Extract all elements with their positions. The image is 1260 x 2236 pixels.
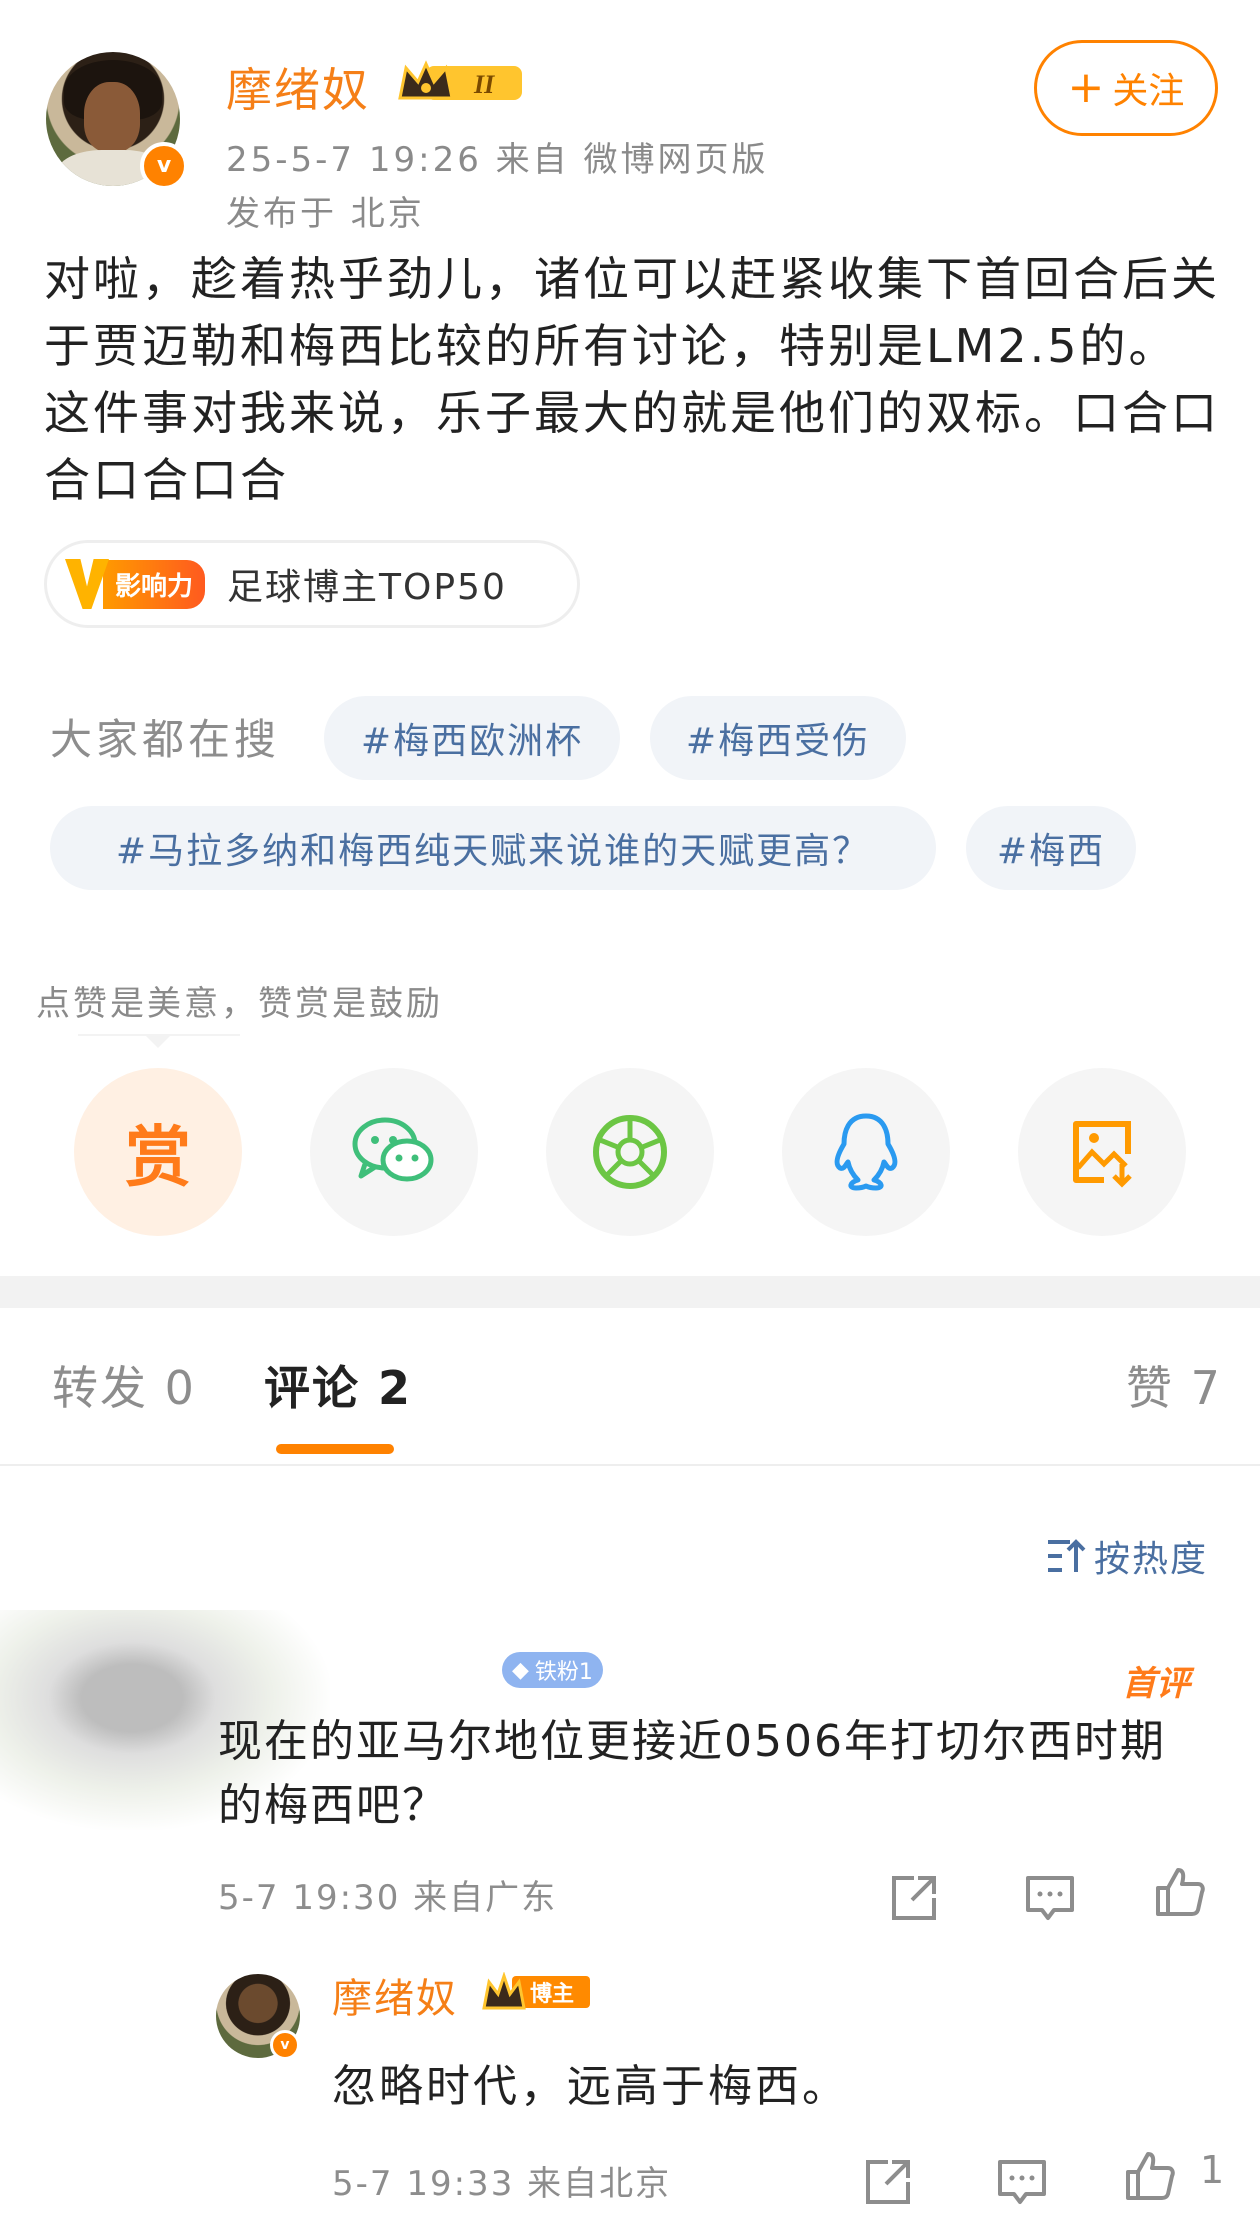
post-text: 对啦，趁着热乎劲儿，诸位可以赶紧收集下首回合后关于贾迈勒和梅西比较的所有讨论，特… [44,252,1220,507]
blogger-badge-label: 博主 [530,1981,574,2007]
sort-toggle[interactable]: 按热度 [1046,1530,1208,1582]
reply-comment-icon[interactable] [996,2156,1048,2208]
moments-icon [593,1115,667,1189]
member-crown-icon: II [396,58,530,106]
comment-icon[interactable] [1024,1872,1076,1924]
reward-icon: 赏 [125,1119,191,1196]
hot-search-chip[interactable]: #梅西 [966,806,1136,890]
fan-badge-label: 铁粉1 [534,1660,593,1685]
comment-meta: 5-7 19:30 来自广东 [218,1878,558,1918]
section-divider [0,1276,1260,1308]
reply-verified-badge: v [270,2030,300,2060]
tab-repost[interactable]: 转发 0 [52,1352,196,1418]
share-wechat-button[interactable] [310,1068,478,1236]
blogger-badge: 博主 [482,1971,590,2012]
influence-badge[interactable]: 影响力 足球博主TOP50 [44,540,580,628]
save-image-icon [1073,1121,1132,1188]
hot-search-chip[interactable]: #马拉多纳和梅西纯天赋来说谁的天赋更高？ [50,806,936,890]
diamond-icon: ◆ [512,1657,529,1683]
hot-search-chip[interactable]: #梅西欧洲杯 [324,696,620,780]
follow-label: 关注 [1112,71,1185,112]
tab-comment[interactable]: 评论 2 [264,1352,412,1418]
hot-search-label: 大家都在搜 [50,715,281,764]
influence-text: 足球博主TOP50 [227,567,507,608]
post-location: 发布于 北京 [226,194,425,234]
save-image-button[interactable] [1018,1068,1186,1236]
qq-icon [834,1113,898,1191]
hint-arrow [144,1034,172,1048]
tab-bar-border [0,1464,1260,1466]
first-comment-badge: 首评 [1122,1664,1190,1704]
reward-button[interactable]: 赏 [74,1068,242,1236]
reply-like-icon[interactable] [1124,2150,1176,2202]
verified-badge: v [140,142,188,190]
active-tab-indicator [276,1444,394,1454]
influence-tag: 影响力 [103,559,206,609]
reward-hint: 点赞是美意，赞赏是鼓励 [36,984,443,1024]
tab-like[interactable]: 赞 7 [1126,1352,1222,1418]
share-qq-button[interactable] [782,1068,950,1236]
share-moments-button[interactable] [546,1068,714,1236]
plus-icon: + [1067,62,1105,113]
member-level: II [473,70,495,99]
sort-label: 按热度 [1094,1539,1209,1580]
follow-button[interactable]: + 关注 [1034,40,1218,136]
share-icon[interactable] [888,1872,940,1924]
hot-search-chip[interactable]: #梅西受伤 [650,696,906,780]
reply-like-count: 1 [1200,2148,1225,2192]
reply-author-name[interactable]: 摩绪奴 [332,1966,458,2024]
author-name[interactable]: 摩绪奴 [226,54,370,120]
wechat-icon [352,1117,434,1182]
post-time-source: 25-5-7 19:26 来自 微博网页版 [226,140,769,180]
reply-meta: 5-7 19:33 来自北京 [332,2164,672,2204]
like-icon[interactable] [1154,1866,1206,1918]
reply-share-icon[interactable] [862,2156,914,2208]
comment-text: 现在的亚马尔地位更接近0506年打切尔西时期的梅西吧？ [218,1716,1166,1831]
fan-badge: ◆ 铁粉1 [502,1652,603,1688]
reply-text: 忽略时代，远高于梅西。 [332,2061,849,2112]
sort-icon [1048,1539,1086,1572]
